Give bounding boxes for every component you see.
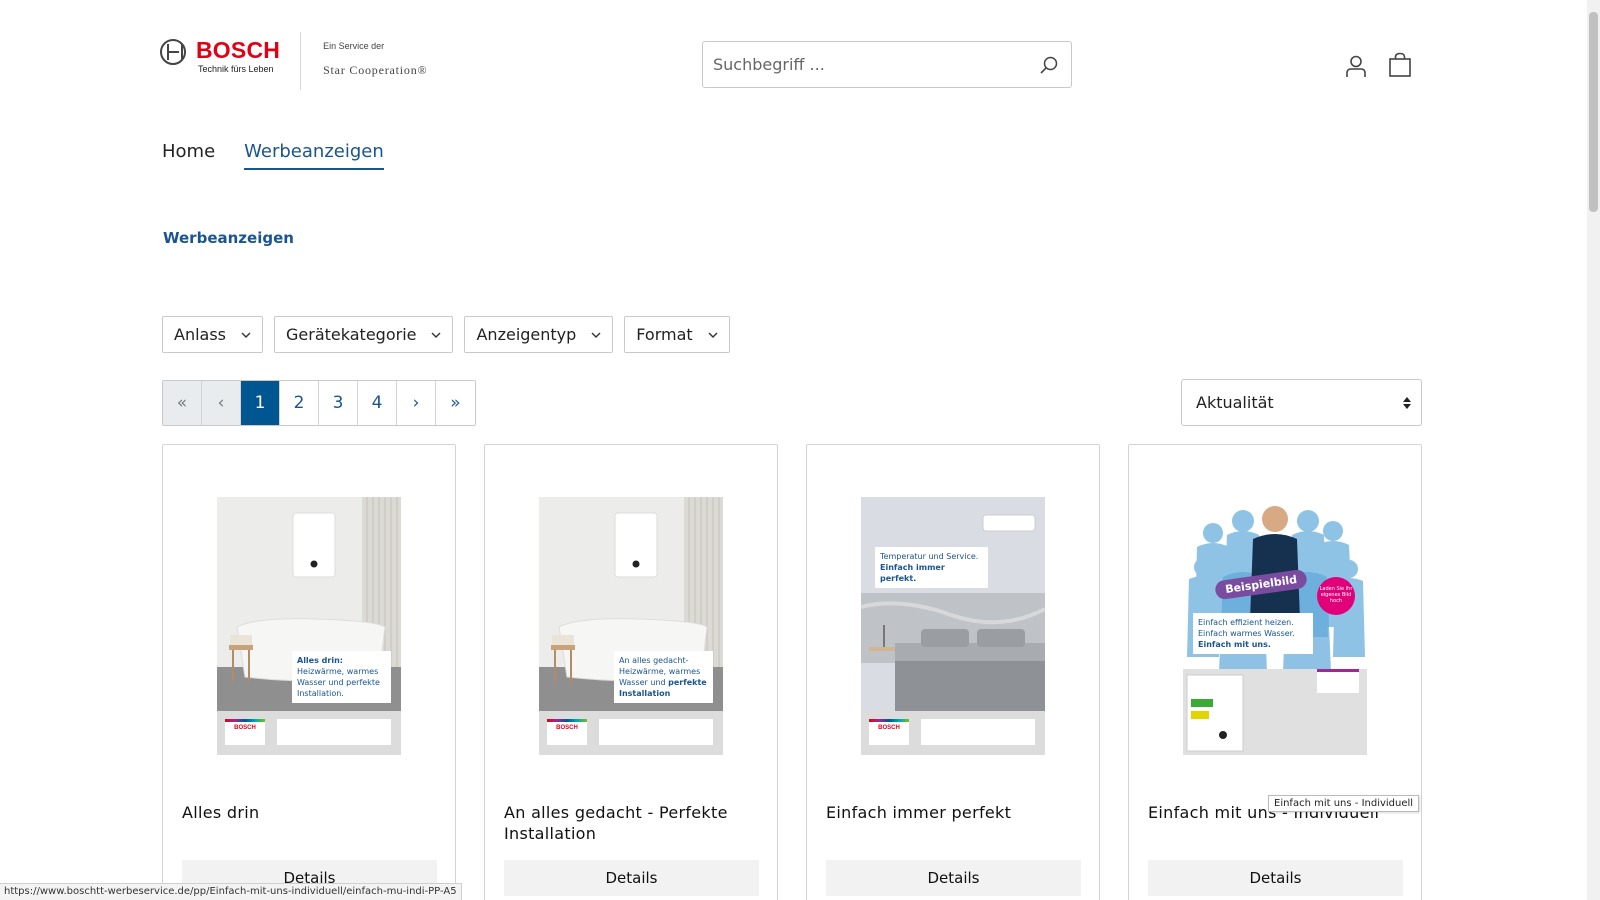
search-icon[interactable] [1039, 55, 1059, 75]
chevron-down-icon [708, 332, 718, 338]
main-nav: Home Werbeanzeigen [162, 141, 413, 170]
filter-label: Format [636, 325, 693, 344]
service-name: Star Cooperation® [323, 63, 428, 77]
page-3-button[interactable]: 3 [319, 381, 358, 425]
page-1-button[interactable]: 1 [241, 381, 280, 425]
page-prev-button[interactable]: ‹ [202, 381, 241, 425]
filter-bar: Anlass Gerätekategorie Anzeigentyp Forma… [162, 316, 741, 353]
ad-headline: Alles drin: Heizwärme, warmes Wasser und… [292, 651, 391, 703]
product-thumbnail[interactable]: Alles drin: Heizwärme, warmes Wasser und… [217, 497, 401, 755]
filter-anzeigentyp[interactable]: Anzeigentyp [464, 316, 614, 353]
ad-address-field [921, 719, 1035, 745]
nav-item-home[interactable]: Home [162, 141, 215, 170]
page-title: Werbeanzeigen [163, 229, 294, 247]
page-4-button[interactable]: 4 [358, 381, 397, 425]
ad-headline-bold: Alles drin: [297, 656, 343, 665]
product-card: Temperatur und Service. Einfach immer pe… [806, 444, 1100, 900]
sort-arrows-icon [1403, 397, 1411, 409]
ad-headline: Einfach effizient heizen. Einfach warmes… [1193, 613, 1313, 654]
bosch-logo: BOSCH Technik fürs Leben [160, 32, 280, 74]
page-2-button[interactable]: 2 [280, 381, 319, 425]
page-last-button[interactable]: » [436, 381, 475, 425]
cart-icon[interactable] [1387, 52, 1413, 78]
product-card: An alles gedacht- Heizwärme, warmes Wass… [484, 444, 778, 900]
brand-name: BOSCH [196, 37, 281, 63]
ad-headline-bold: Einfach immer perfekt. [880, 563, 945, 583]
filter-label: Anzeigentyp [476, 325, 577, 344]
site-logo[interactable]: BOSCH Technik fürs Leben Ein Service der… [160, 32, 427, 90]
ad-headline-text: Heizwärme, warmes Wasser und perfekte In… [297, 667, 380, 698]
details-button[interactable]: Details [1148, 860, 1403, 896]
product-title[interactable]: Alles drin [182, 802, 442, 823]
sort-select[interactable]: Aktualität [1181, 379, 1422, 426]
ad-address-field [599, 719, 713, 745]
details-button[interactable]: Details [826, 860, 1081, 896]
scrollbar-thumb[interactable] [1589, 12, 1598, 212]
product-title[interactable]: Einfach immer perfekt [826, 802, 1086, 823]
mini-brand: BOSCH [878, 725, 900, 731]
bedroom-ad-image [861, 497, 1045, 711]
chevron-down-icon [241, 332, 251, 338]
product-title[interactable]: An alles gedacht - Perfekte Installation [504, 802, 764, 844]
ad-headline: An alles gedacht- Heizwärme, warmes Wass… [614, 651, 713, 703]
filter-format[interactable]: Format [624, 316, 730, 353]
ad-headline-text: Temperatur und Service. [880, 552, 979, 561]
title-tooltip: Einfach mit uns - Individuell [1268, 795, 1420, 812]
chevron-down-icon [591, 332, 601, 338]
logo-divider [300, 32, 302, 90]
sort-selected-value: Aktualität [1196, 393, 1274, 412]
page-first-button[interactable]: « [163, 381, 202, 425]
ad-footer: BOSCH [217, 711, 401, 755]
filter-geraetekategorie[interactable]: Gerätekategorie [274, 316, 454, 353]
page-next-button[interactable]: › [397, 381, 436, 425]
brand-tagline: Technik fürs Leben [198, 64, 274, 74]
ad-headline-text: Einfach effizient heizen. Einfach warmes… [1198, 618, 1295, 638]
search-box [702, 41, 1072, 88]
nav-item-werbeanzeigen[interactable]: Werbeanzeigen [244, 141, 384, 170]
filter-label: Anlass [174, 325, 227, 344]
service-prefix: Ein Service der [323, 41, 385, 51]
upload-hint-circle: Laden Sie Ihr eigenes Bild hoch [1317, 577, 1355, 615]
bosch-armature-icon [160, 39, 186, 65]
filter-label: Gerätekategorie [286, 325, 417, 344]
ad-footer: BOSCH [539, 711, 723, 755]
mini-brand: BOSCH [234, 725, 256, 731]
bosch-partner-logo: BOSCH [547, 719, 587, 745]
bosch-partner-logo: BOSCH [869, 719, 909, 745]
product-thumbnail[interactable]: Beispielbild Laden Sie Ihr eigenes Bild … [1183, 497, 1367, 755]
ad-footer: BOSCH [861, 711, 1045, 755]
product-thumbnail[interactable]: An alles gedacht- Heizwärme, warmes Wass… [539, 497, 723, 755]
ad-headline: Temperatur und Service. Einfach immer pe… [875, 547, 988, 588]
product-card: Alles drin: Heizwärme, warmes Wasser und… [162, 444, 456, 900]
mini-brand: BOSCH [556, 725, 578, 731]
ad-headline-bold: Einfach mit uns. [1198, 640, 1271, 649]
service-logo: Ein Service der Star Cooperation® [323, 41, 427, 78]
details-button[interactable]: Details [504, 860, 759, 896]
filter-anlass[interactable]: Anlass [162, 316, 264, 353]
product-thumbnail[interactable]: Temperatur und Service. Einfach immer pe… [861, 497, 1045, 755]
product-card: Beispielbild Laden Sie Ihr eigenes Bild … [1128, 444, 1422, 900]
browser-status-url: https://www.boschtt-werbeservice.de/pp/E… [0, 883, 462, 900]
chevron-down-icon [431, 332, 441, 338]
user-icon[interactable] [1344, 54, 1368, 78]
search-input[interactable] [713, 42, 1023, 87]
bosch-partner-logo: BOSCH [225, 719, 265, 745]
page-scrollbar[interactable] [1587, 0, 1600, 900]
pagination: « ‹ 1 2 3 4 › » [162, 380, 476, 426]
ad-address-field [277, 719, 391, 745]
